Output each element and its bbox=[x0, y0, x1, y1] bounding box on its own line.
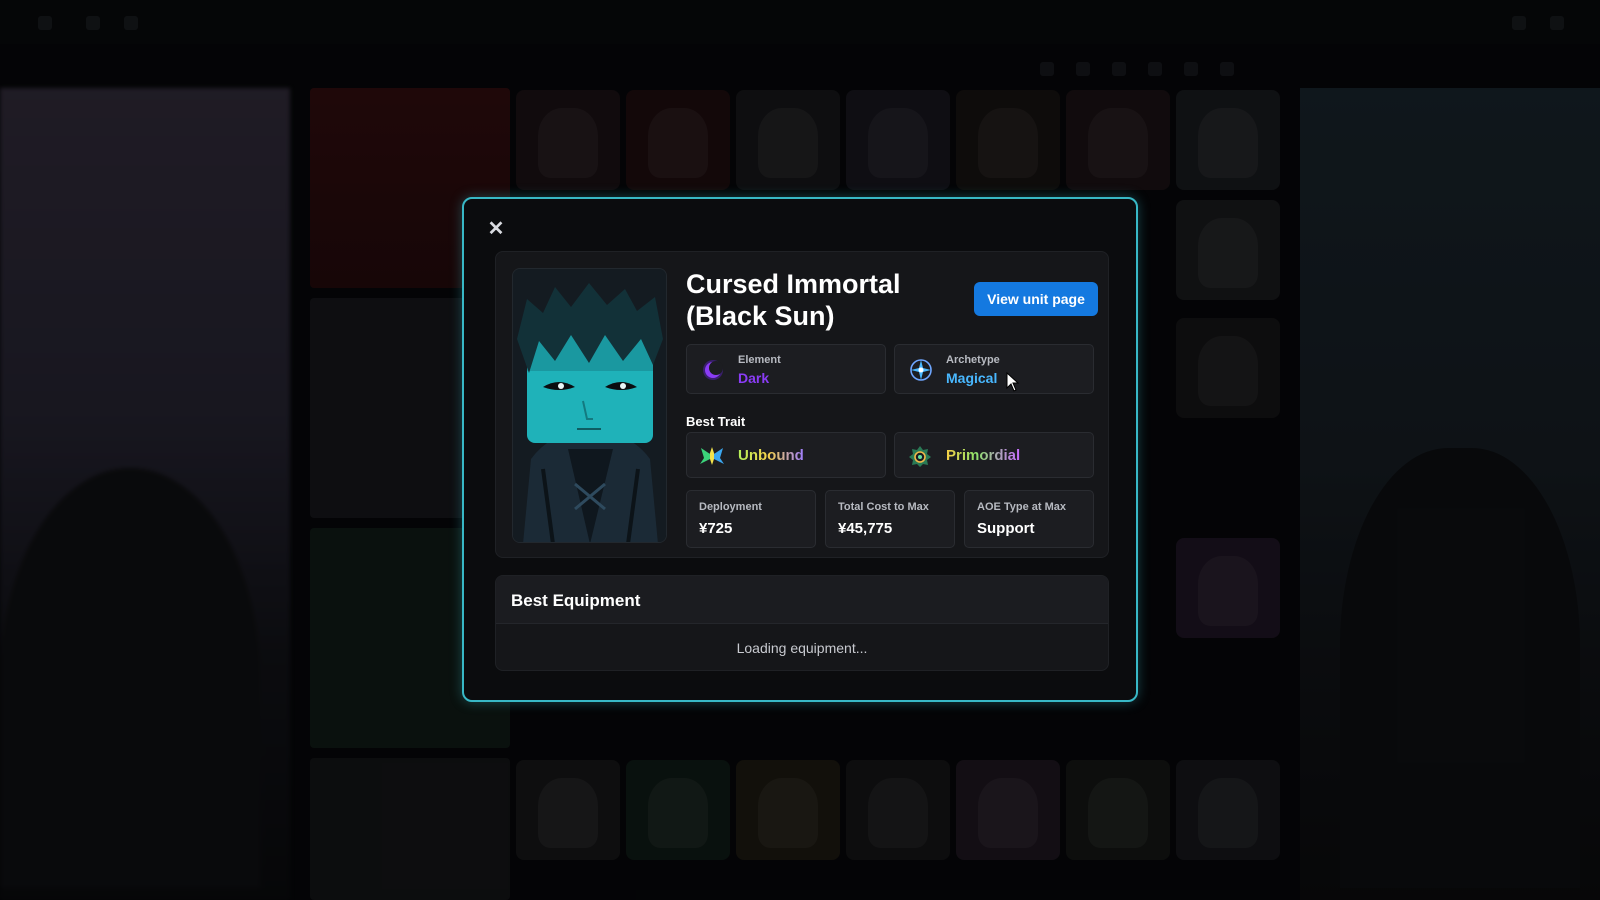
best-trait-heading: Best Trait bbox=[686, 414, 746, 429]
trait-unbound-box: Unbound bbox=[686, 432, 886, 478]
stat-total-cost-value: ¥45,775 bbox=[838, 520, 893, 537]
archetype-value: Magical bbox=[946, 370, 998, 386]
primordial-emblem-icon bbox=[909, 446, 931, 467]
unit-portrait bbox=[512, 268, 667, 543]
archetype-info-box: Archetype Magical bbox=[894, 344, 1094, 394]
close-button[interactable]: ✕ bbox=[486, 219, 506, 239]
stat-deployment-value: ¥725 bbox=[699, 520, 733, 537]
unbound-wings-icon bbox=[700, 447, 724, 465]
trait-unbound-value: Unbound bbox=[738, 447, 804, 464]
equipment-loading-text: Loading equipment... bbox=[736, 640, 868, 656]
dark-moon-icon bbox=[703, 360, 723, 380]
stat-deployment-box: Deployment ¥725 bbox=[686, 490, 816, 548]
element-info-box: Element Dark bbox=[686, 344, 886, 394]
stat-deployment-caption: Deployment bbox=[699, 501, 762, 513]
element-value: Dark bbox=[738, 370, 770, 386]
archetype-caption: Archetype bbox=[946, 354, 1000, 366]
view-unit-page-button[interactable]: View unit page bbox=[974, 282, 1098, 316]
stat-aoe-type-box: AOE Type at Max Support bbox=[964, 490, 1094, 548]
unit-avatar-image bbox=[513, 269, 666, 542]
unit-summary-card: Cursed Immortal (Black Sun) View unit pa… bbox=[495, 251, 1109, 558]
magic-star-icon bbox=[910, 359, 932, 381]
unit-name-title: Cursed Immortal (Black Sun) bbox=[686, 269, 901, 331]
best-equipment-header: Best Equipment bbox=[496, 576, 1108, 624]
element-caption: Element bbox=[738, 354, 781, 366]
trait-primordial-box: Primordial bbox=[894, 432, 1094, 478]
unit-detail-modal: ✕ Cursed Immortal (Black Sun) View unit … bbox=[462, 197, 1138, 702]
best-equipment-card: Best Equipment Loading equipment... bbox=[495, 575, 1109, 671]
mouse-cursor-icon bbox=[1006, 372, 1020, 392]
trait-primordial-value: Primordial bbox=[946, 447, 1021, 464]
stat-aoe-type-caption: AOE Type at Max bbox=[977, 501, 1067, 513]
stat-total-cost-box: Total Cost to Max ¥45,775 bbox=[825, 490, 955, 548]
stat-aoe-type-value: Support bbox=[977, 520, 1035, 537]
stat-total-cost-caption: Total Cost to Max bbox=[838, 501, 929, 513]
best-equipment-title: Best Equipment bbox=[511, 591, 641, 610]
